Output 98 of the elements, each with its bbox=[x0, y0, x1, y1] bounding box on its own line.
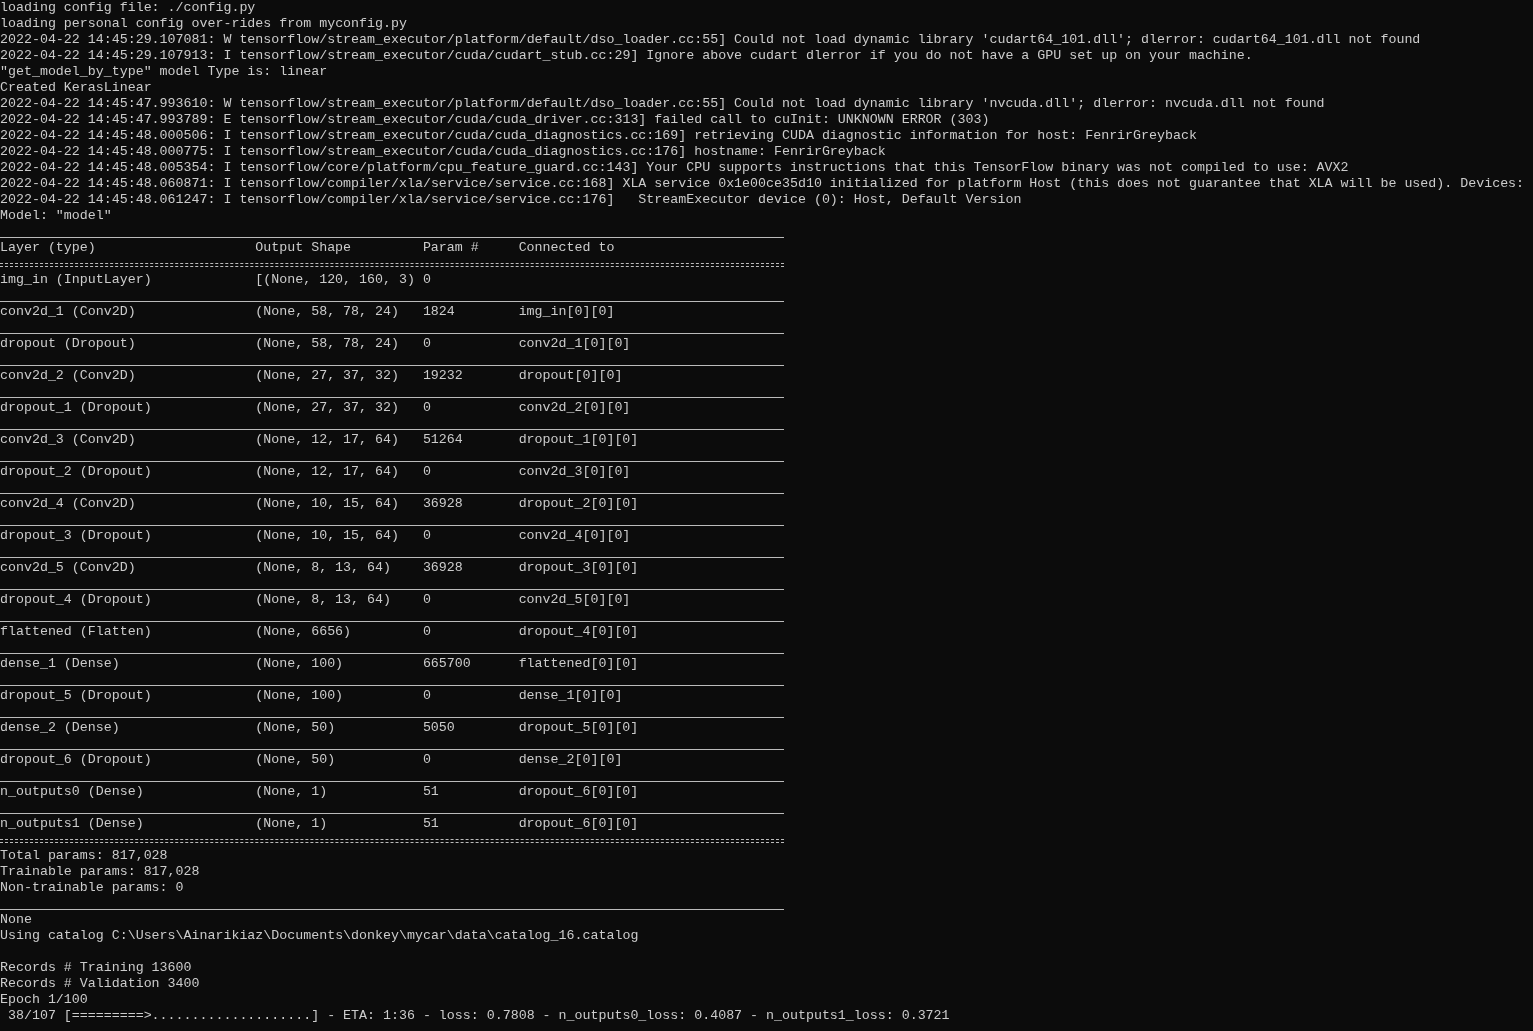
table-cell-text: 5050 bbox=[422, 720, 456, 736]
table-cell-text: (None, 100) bbox=[255, 656, 345, 672]
table-cell-text: dropout_4[0][0] bbox=[518, 624, 640, 640]
table-cell-text: conv2d_1[0][0] bbox=[518, 336, 632, 352]
log-line: 2022-04-22 14:45:48.000775: I tensorflow/stream_executor/cuda/cuda_diagnostics.cc:176] hostname: FenrirGreyback bbox=[0, 144, 887, 160]
table-cell-text: 51264 bbox=[422, 432, 464, 448]
table-cell-text: 19232 bbox=[422, 368, 464, 384]
table-cell-text: dropout_2 (Dropout) bbox=[0, 464, 153, 480]
output-line: Using catalog C:\Users\Ainarikiaz\Documents\donkey\mycar\data\catalog_16.catalog bbox=[0, 928, 640, 944]
table-cell-text: (None, 27, 37, 32) bbox=[255, 400, 400, 416]
table-cell-text: 0 bbox=[422, 592, 432, 608]
table-cell-text: (None, 12, 17, 64) bbox=[255, 464, 400, 480]
table-cell-text: (None, 27, 37, 32) bbox=[255, 368, 400, 384]
table-cell-text: 1824 bbox=[422, 304, 456, 320]
table-cell-text: dropout_5 (Dropout) bbox=[0, 688, 153, 704]
log-line: 2022-04-22 14:45:47.993610: W tensorflow/stream_executor/platform/default/dso_loader.cc:55] Could not load dynamic library 'nvcuda.dll'; dlerror: nvcuda.dll not found bbox=[0, 96, 1326, 112]
log-line: 2022-04-22 14:45:48.060871: I tensorflow/compiler/xla/service/service.cc:168] XLA service 0x1e00ce35d10 initialized for platform Host (this does not guarantee that XLA will be used). Devices: bbox=[0, 176, 1526, 192]
table-cell-text: (None, 50) bbox=[255, 752, 337, 768]
table-cell-text: (None, 1) bbox=[255, 784, 329, 800]
log-line: 2022-04-22 14:45:29.107913: I tensorflow/stream_executor/cuda/cudart_stub.cc:29] Ignore above cudart dlerror if you do not have a GPU set up on your machine. bbox=[0, 48, 1254, 64]
table-cell-text: dropout_6[0][0] bbox=[518, 816, 640, 832]
table-cell-text: (None, 12, 17, 64) bbox=[255, 432, 400, 448]
table-cell-text: (None, 10, 15, 64) bbox=[255, 496, 400, 512]
output-line: Records # Validation 3400 bbox=[0, 976, 201, 992]
output-line: Epoch 1/100 bbox=[0, 992, 89, 1008]
table-cell-text: [(None, 120, 160, 3) bbox=[255, 272, 416, 288]
column-header: Layer (type) bbox=[0, 240, 97, 256]
table-cell-text: (None, 8, 13, 64) bbox=[255, 560, 392, 576]
table-cell-text: 0 bbox=[422, 400, 432, 416]
summary-line: Trainable params: 817,028 bbox=[0, 864, 201, 880]
column-header: Param # bbox=[422, 240, 480, 256]
table-cell-text: 36928 bbox=[422, 560, 464, 576]
table-cell-text: (None, 100) bbox=[255, 688, 345, 704]
table-cell-text: conv2d_3[0][0] bbox=[518, 464, 632, 480]
table-cell-text: dropout_4 (Dropout) bbox=[0, 592, 153, 608]
table-cell-text: (None, 10, 15, 64) bbox=[255, 528, 400, 544]
table-cell-text: (None, 58, 78, 24) bbox=[255, 336, 400, 352]
table-cell-text: dropout_5[0][0] bbox=[518, 720, 640, 736]
table-cell-text: 36928 bbox=[422, 496, 464, 512]
table-cell-text: 0 bbox=[422, 272, 432, 288]
log-line: 2022-04-22 14:45:29.107081: W tensorflow/stream_executor/platform/default/dso_loader.cc:55] Could not load dynamic library 'cudart64_101.dll'; dlerror: cudart64_101.dll not found bbox=[0, 32, 1422, 48]
log-line: loading personal config over-rides from myconfig.py bbox=[0, 16, 408, 32]
table-cell-text: 0 bbox=[422, 624, 432, 640]
table-cell-text: dropout[0][0] bbox=[518, 368, 624, 384]
summary-line: Total params: 817,028 bbox=[0, 848, 169, 864]
table-cell-text: dropout (Dropout) bbox=[0, 336, 137, 352]
table-cell-text: flattened (Flatten) bbox=[0, 624, 153, 640]
table-cell-text: dropout_6 (Dropout) bbox=[0, 752, 153, 768]
output-line: 38/107 [=========>....................] - ETA: 1:36 - loss: 0.7808 - n_outputs0_loss: 0.4087 - n_outputs1_loss: 0.3721 bbox=[6, 1008, 951, 1024]
table-cell-text: 0 bbox=[422, 336, 432, 352]
log-line: 2022-04-22 14:45:47.993789: E tensorflow/stream_executor/cuda/cuda_driver.cc:313] failed call to cuInit: UNKNOWN ERROR (303) bbox=[0, 112, 991, 128]
log-line: 2022-04-22 14:45:48.000506: I tensorflow/stream_executor/cuda/cuda_diagnostics.cc:169] retrieving CUDA diagnostic information for host: FenrirGreyback bbox=[0, 128, 1198, 144]
table-cell-text: dropout_3 (Dropout) bbox=[0, 528, 153, 544]
table-cell-text: (None, 8, 13, 64) bbox=[255, 592, 392, 608]
log-line: Model: "model" bbox=[0, 208, 113, 224]
log-line: "get_model_by_type" model Type is: linear bbox=[0, 64, 329, 80]
table-cell-text: n_outputs0 (Dense) bbox=[0, 784, 145, 800]
table-cell-text: img_in (InputLayer) bbox=[0, 272, 153, 288]
table-cell-text: conv2d_4[0][0] bbox=[518, 528, 632, 544]
table-cell-text: flattened[0][0] bbox=[518, 656, 640, 672]
log-line: loading config file: ./config.py bbox=[0, 0, 257, 16]
output-line: Records # Training 13600 bbox=[0, 960, 193, 976]
table-cell-text: dense_2 (Dense) bbox=[0, 720, 121, 736]
table-cell-text: dense_1[0][0] bbox=[518, 688, 624, 704]
table-cell-text: conv2d_2 (Conv2D) bbox=[0, 368, 137, 384]
column-header: Output Shape bbox=[255, 240, 353, 256]
column-header: Connected to bbox=[518, 240, 616, 256]
table-cell-text: 0 bbox=[422, 464, 432, 480]
table-cell-text: (None, 6656) bbox=[255, 624, 353, 640]
table-cell-text: 0 bbox=[422, 688, 432, 704]
table-cell-text: conv2d_1 (Conv2D) bbox=[0, 304, 137, 320]
log-line: 2022-04-22 14:45:48.005354: I tensorflow/core/platform/cpu_feature_guard.cc:143] Your CPU supports instructions that this TensorFlow binary was not compiled to use: AVX2 bbox=[0, 160, 1350, 176]
table-cell-text: (None, 58, 78, 24) bbox=[255, 304, 400, 320]
output-line: None bbox=[0, 912, 33, 928]
table-cell-text: dropout_3[0][0] bbox=[518, 560, 640, 576]
table-cell-text: dense_2[0][0] bbox=[518, 752, 624, 768]
table-cell-text: img_in[0][0] bbox=[518, 304, 616, 320]
table-cell-text: (None, 50) bbox=[255, 720, 337, 736]
table-cell-text: conv2d_4 (Conv2D) bbox=[0, 496, 137, 512]
table-cell-text: 51 bbox=[422, 816, 440, 832]
summary-line: Non-trainable params: 0 bbox=[0, 880, 185, 896]
table-cell-text: (None, 1) bbox=[255, 816, 329, 832]
table-cell-text: n_outputs1 (Dense) bbox=[0, 816, 145, 832]
table-cell-text: dropout_2[0][0] bbox=[518, 496, 640, 512]
table-cell-text: conv2d_3 (Conv2D) bbox=[0, 432, 137, 448]
table-cell-text: dropout_1[0][0] bbox=[518, 432, 640, 448]
table-cell-text: 0 bbox=[422, 528, 432, 544]
table-cell-text: conv2d_2[0][0] bbox=[518, 400, 632, 416]
table-cell-text: dense_1 (Dense) bbox=[0, 656, 121, 672]
table-cell-text: 51 bbox=[422, 784, 440, 800]
table-cell-text: 0 bbox=[422, 752, 432, 768]
table-cell-text: 665700 bbox=[422, 656, 472, 672]
table-cell-text: dropout_1 (Dropout) bbox=[0, 400, 153, 416]
table-cell-text: conv2d_5 (Conv2D) bbox=[0, 560, 137, 576]
log-line: Created KerasLinear bbox=[0, 80, 153, 96]
table-cell-text: conv2d_5[0][0] bbox=[518, 592, 632, 608]
log-line: 2022-04-22 14:45:48.061247: I tensorflow/compiler/xla/service/service.cc:176] StreamExecutor device (0): Host, Default Version bbox=[0, 192, 1023, 208]
table-cell-text: dropout_6[0][0] bbox=[518, 784, 640, 800]
